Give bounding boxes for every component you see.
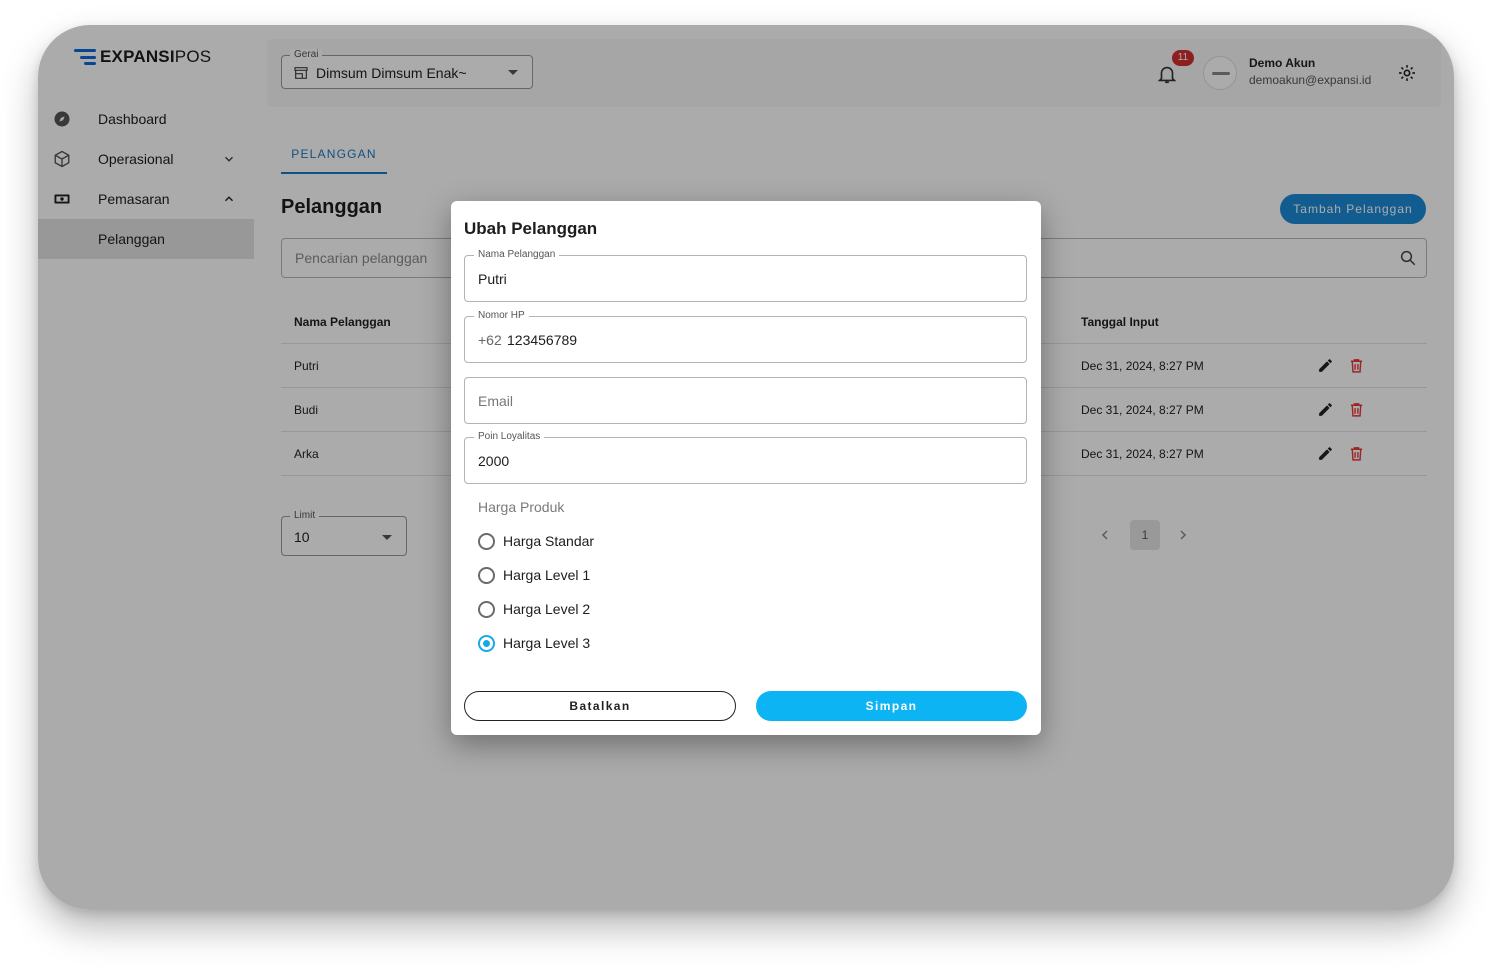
save-button[interactable]: Simpan <box>756 691 1027 721</box>
email-field <box>464 377 1027 424</box>
customer-name-input[interactable] <box>466 257 1025 300</box>
email-input[interactable] <box>466 379 1025 422</box>
radio-harga-level-3[interactable]: Harga Level 3 <box>478 633 590 653</box>
customer-name-field: Nama Pelanggan <box>464 249 1027 302</box>
edit-customer-dialog: Ubah Pelanggan Nama Pelanggan Nomor HP +… <box>451 201 1041 735</box>
radio-label: Harga Level 3 <box>503 635 591 651</box>
radio-harga-standar[interactable]: Harga Standar <box>478 531 594 551</box>
phone-field: Nomor HP +62 <box>464 310 1027 363</box>
app: EXPANSIPOS Dashboard Operasional Pemasar… <box>38 25 1454 910</box>
cancel-button[interactable]: Batalkan <box>464 691 736 721</box>
radio-circle-icon <box>478 566 495 584</box>
price-group-label: Harga Produk <box>478 499 565 515</box>
radio-circle-icon <box>478 600 495 618</box>
radio-checked-icon <box>478 634 495 652</box>
phone-input[interactable] <box>466 318 1025 361</box>
loyalty-points-field: Poin Loyalitas <box>464 431 1027 484</box>
dialog-title: Ubah Pelanggan <box>464 219 598 238</box>
radio-label: Harga Level 2 <box>503 601 591 617</box>
device-frame: EXPANSIPOS Dashboard Operasional Pemasar… <box>38 25 1454 910</box>
loyalty-points-input[interactable] <box>466 439 1025 482</box>
radio-label: Harga Level 1 <box>503 567 591 583</box>
radio-circle-icon <box>478 532 495 550</box>
radio-harga-level-1[interactable]: Harga Level 1 <box>478 565 590 585</box>
radio-label: Harga Standar <box>503 533 595 549</box>
radio-harga-level-2[interactable]: Harga Level 2 <box>478 599 590 619</box>
